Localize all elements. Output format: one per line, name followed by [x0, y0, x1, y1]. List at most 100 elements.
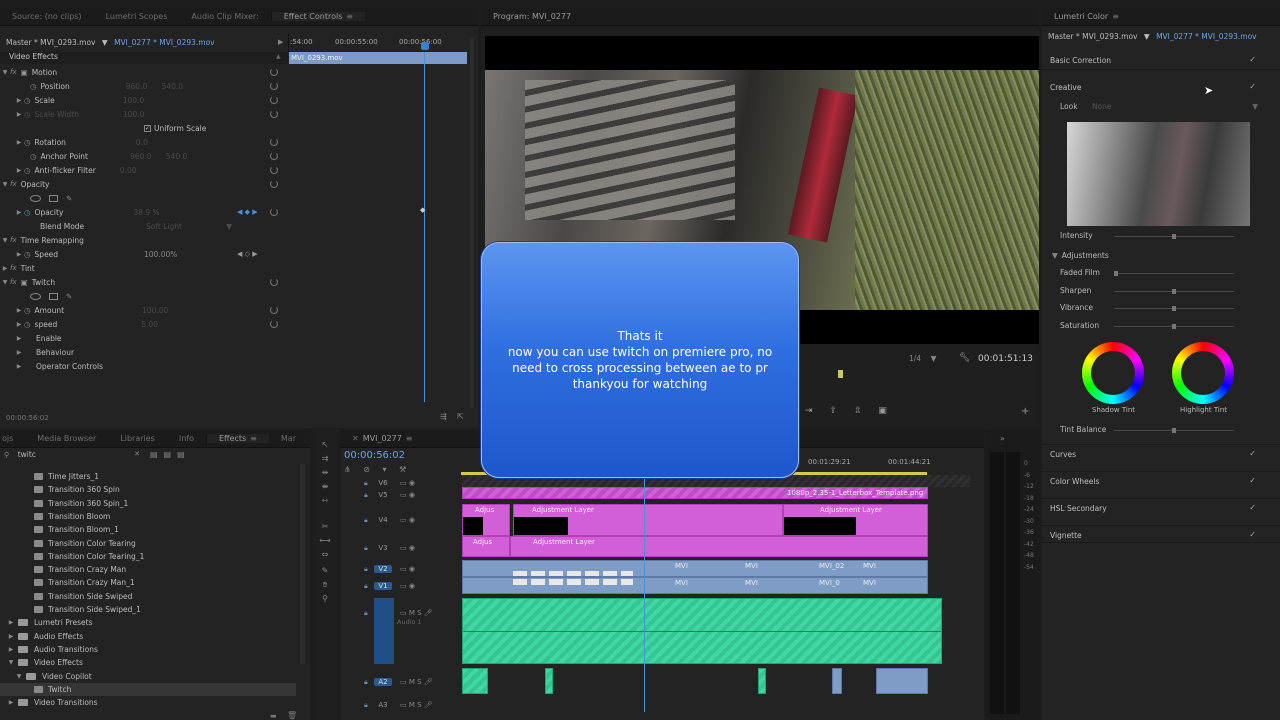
section-enable-check[interactable]: ✓	[1249, 476, 1256, 485]
expand-closed-icon[interactable]: ▶	[6, 699, 16, 706]
ec-clip-bar[interactable]: MVI_0293.mov	[289, 52, 467, 64]
clear-search-icon[interactable]: ✕	[134, 450, 140, 458]
tab-markers[interactable]: Mar	[269, 434, 308, 443]
track-name[interactable]: V6	[374, 479, 392, 487]
effects-list-item[interactable]: Transition 360 Spin_1	[0, 497, 296, 510]
effects-list-item[interactable]: ▶ Lumetri Presets	[0, 616, 296, 629]
lock-icon[interactable]: 🔒︎	[364, 544, 368, 553]
reset-icon[interactable]	[270, 138, 278, 146]
lock-icon[interactable]: 🔒︎	[364, 609, 368, 618]
ec-time-ruler[interactable]: :54:00 00:00:55:00 00:00:56:00	[288, 34, 468, 52]
row-amount[interactable]: ▶ ◷ Amount 100.00	[0, 303, 288, 317]
section-enable-check[interactable]: ✓	[1249, 530, 1256, 539]
faded-film-slider[interactable]	[1114, 271, 1234, 276]
track-header-a3[interactable]: 🔒︎ A3 ▭ M S 🎤︎	[360, 697, 460, 713]
zoom-tool-icon[interactable]: ⚲	[318, 594, 332, 604]
row-time-remapping[interactable]: ▼ fx Time Remapping	[0, 233, 288, 247]
clip-audio-a2-2[interactable]	[545, 668, 553, 694]
delete-icon[interactable]: 🗑︎	[287, 711, 297, 720]
new-bin-icons[interactable]: ▤▤▤	[150, 450, 191, 459]
row-speed-twitch[interactable]: ▶ ◷ speed 5.00	[0, 317, 288, 331]
tab-lumetri-color[interactable]: Lumetri Color ≡	[1042, 12, 1131, 21]
highlight-tint-wheel[interactable]	[1172, 342, 1234, 404]
section-enable-check[interactable]: ✓	[1249, 82, 1256, 91]
slide-tool-icon[interactable]: ⇔	[318, 550, 332, 560]
keyframe-nav-icon[interactable]: ◀ ◇ ▶	[237, 250, 258, 258]
row-opacity-group[interactable]: ▼ fx Opacity	[0, 177, 288, 191]
row-uniform-scale[interactable]: ✓ Uniform Scale	[0, 121, 288, 135]
tab-projects[interactable]: ojs	[0, 434, 25, 443]
tint-balance-slider[interactable]	[1114, 428, 1234, 433]
master-clip-selector[interactable]: Master * MVI_0293.mov ▼ MVI_0277 * MVI_0…	[6, 38, 215, 47]
reset-icon[interactable]	[270, 68, 278, 76]
stopwatch-icon[interactable]: ◷	[24, 166, 31, 175]
row-behaviour[interactable]: ▶ Behaviour	[0, 345, 288, 359]
tab-effect-controls[interactable]: Effect Controls ≡	[270, 12, 366, 21]
filter-icon[interactable]: ⇶	[440, 412, 447, 421]
clip-audio-a1[interactable]	[462, 598, 942, 664]
reset-icon[interactable]	[270, 306, 278, 314]
pen-mask-icon[interactable]: ✎	[66, 194, 72, 203]
track-header-v3[interactable]: 🔒︎ V3 ▭ ◉	[360, 540, 460, 556]
clip-audio-a2-3[interactable]	[758, 668, 766, 694]
row-motion[interactable]: ▼ fx ▣ Motion	[0, 65, 288, 79]
rolling-edit-tool-icon[interactable]: ⇼	[318, 482, 332, 492]
track-header-v5[interactable]: 🔒︎ V5 ▭ ◉	[360, 487, 460, 503]
add-marker-icon[interactable]: ▾	[383, 465, 387, 474]
reset-icon[interactable]	[270, 208, 278, 216]
ripple-edit-tool-icon[interactable]: ⇹	[318, 468, 332, 478]
pen-tool-icon[interactable]: ✎	[318, 566, 332, 576]
eye-icon[interactable]: ▭ ◉	[400, 516, 415, 524]
track-header-v1[interactable]: 🔒︎ V1 ▭ ◉	[360, 578, 460, 594]
stopwatch-icon[interactable]: ◷	[24, 138, 31, 147]
section-enable-check[interactable]: ✓	[1249, 55, 1256, 64]
row-scale[interactable]: ▶ ◷ Scale 100.0	[0, 93, 288, 107]
tab-sequence[interactable]: MVI_0277 ≡	[361, 434, 425, 443]
expand-closed-icon[interactable]: ▶	[6, 619, 16, 626]
tab-media-browser[interactable]: Media Browser	[25, 434, 108, 443]
settings-icon[interactable]: ⚒	[399, 465, 406, 474]
intensity-slider[interactable]	[1114, 234, 1234, 239]
lock-icon[interactable]: 🔒︎	[364, 678, 368, 687]
track-name[interactable]: A3	[374, 701, 392, 709]
stopwatch-icon[interactable]: ◷	[24, 306, 31, 315]
look-preview-thumbnail[interactable]	[1067, 122, 1250, 226]
effects-list-item[interactable]: ▼ Video Copilot	[0, 670, 296, 683]
tab-info[interactable]: Info	[167, 434, 206, 443]
rect-mask-icon[interactable]	[49, 292, 58, 300]
reset-icon[interactable]	[270, 82, 278, 90]
keyframe-nav-icon[interactable]: ◀ ◆ ▶	[237, 208, 258, 216]
rect-mask-icon[interactable]	[49, 194, 58, 202]
playhead-marker[interactable]	[421, 42, 429, 50]
reset-icon[interactable]	[270, 278, 278, 286]
effects-search-bar[interactable]: ⚲ twitc ✕	[4, 450, 142, 460]
clip-adjustment-v4c[interactable]: Adjustment Layer	[783, 504, 928, 536]
pen-mask-icon[interactable]: ✎	[66, 292, 72, 301]
wrench-icon[interactable]: 🔧︎	[959, 353, 970, 363]
stopwatch-icon[interactable]: ◷	[24, 96, 31, 105]
section-basic-correction[interactable]: Basic Correction ✓	[1042, 52, 1280, 70]
clip-adjustment-v4a[interactable]: Adjus	[462, 504, 510, 536]
play-only-clip-icon[interactable]: ▶	[278, 38, 283, 46]
stopwatch-icon[interactable]: ◷	[24, 208, 31, 217]
lock-icon[interactable]: 🔒︎	[364, 516, 368, 525]
stopwatch-icon[interactable]: ◷	[24, 250, 31, 259]
playhead-marker-icon[interactable]	[838, 370, 843, 378]
effects-list-item[interactable]: ▼ Video Effects	[0, 656, 296, 669]
section-enable-check[interactable]: ✓	[1249, 449, 1256, 458]
expand-open-icon[interactable]: ▼	[6, 659, 16, 666]
stopwatch-icon[interactable]: ◷	[24, 320, 31, 329]
row-enable[interactable]: ▶ Enable	[0, 331, 288, 345]
add-button-icon[interactable]: +	[1021, 406, 1029, 417]
track-name[interactable]: V2	[374, 565, 392, 573]
ec-scrollbar[interactable]	[470, 38, 474, 408]
clip-letterbox[interactable]: 1080p_2.35-1_Letterbox_Template.png	[462, 487, 928, 499]
effects-list-item[interactable]: Transition Color Tearing_1	[0, 550, 296, 563]
meters-overflow-icon[interactable]: »	[1000, 434, 1005, 443]
section-vignette[interactable]: Vignette ✓	[1042, 525, 1280, 543]
mute-solo-icons[interactable]: ▭ M S 🎤︎	[400, 609, 433, 617]
row-position[interactable]: ◷ Position 960.0 540.0	[0, 79, 288, 93]
section-curves[interactable]: Curves ✓	[1042, 444, 1280, 462]
eye-icon[interactable]: ▭ ◉	[400, 565, 415, 573]
clip-video-v1[interactable]: MVI MVI MVI_0 MVI	[462, 577, 928, 594]
